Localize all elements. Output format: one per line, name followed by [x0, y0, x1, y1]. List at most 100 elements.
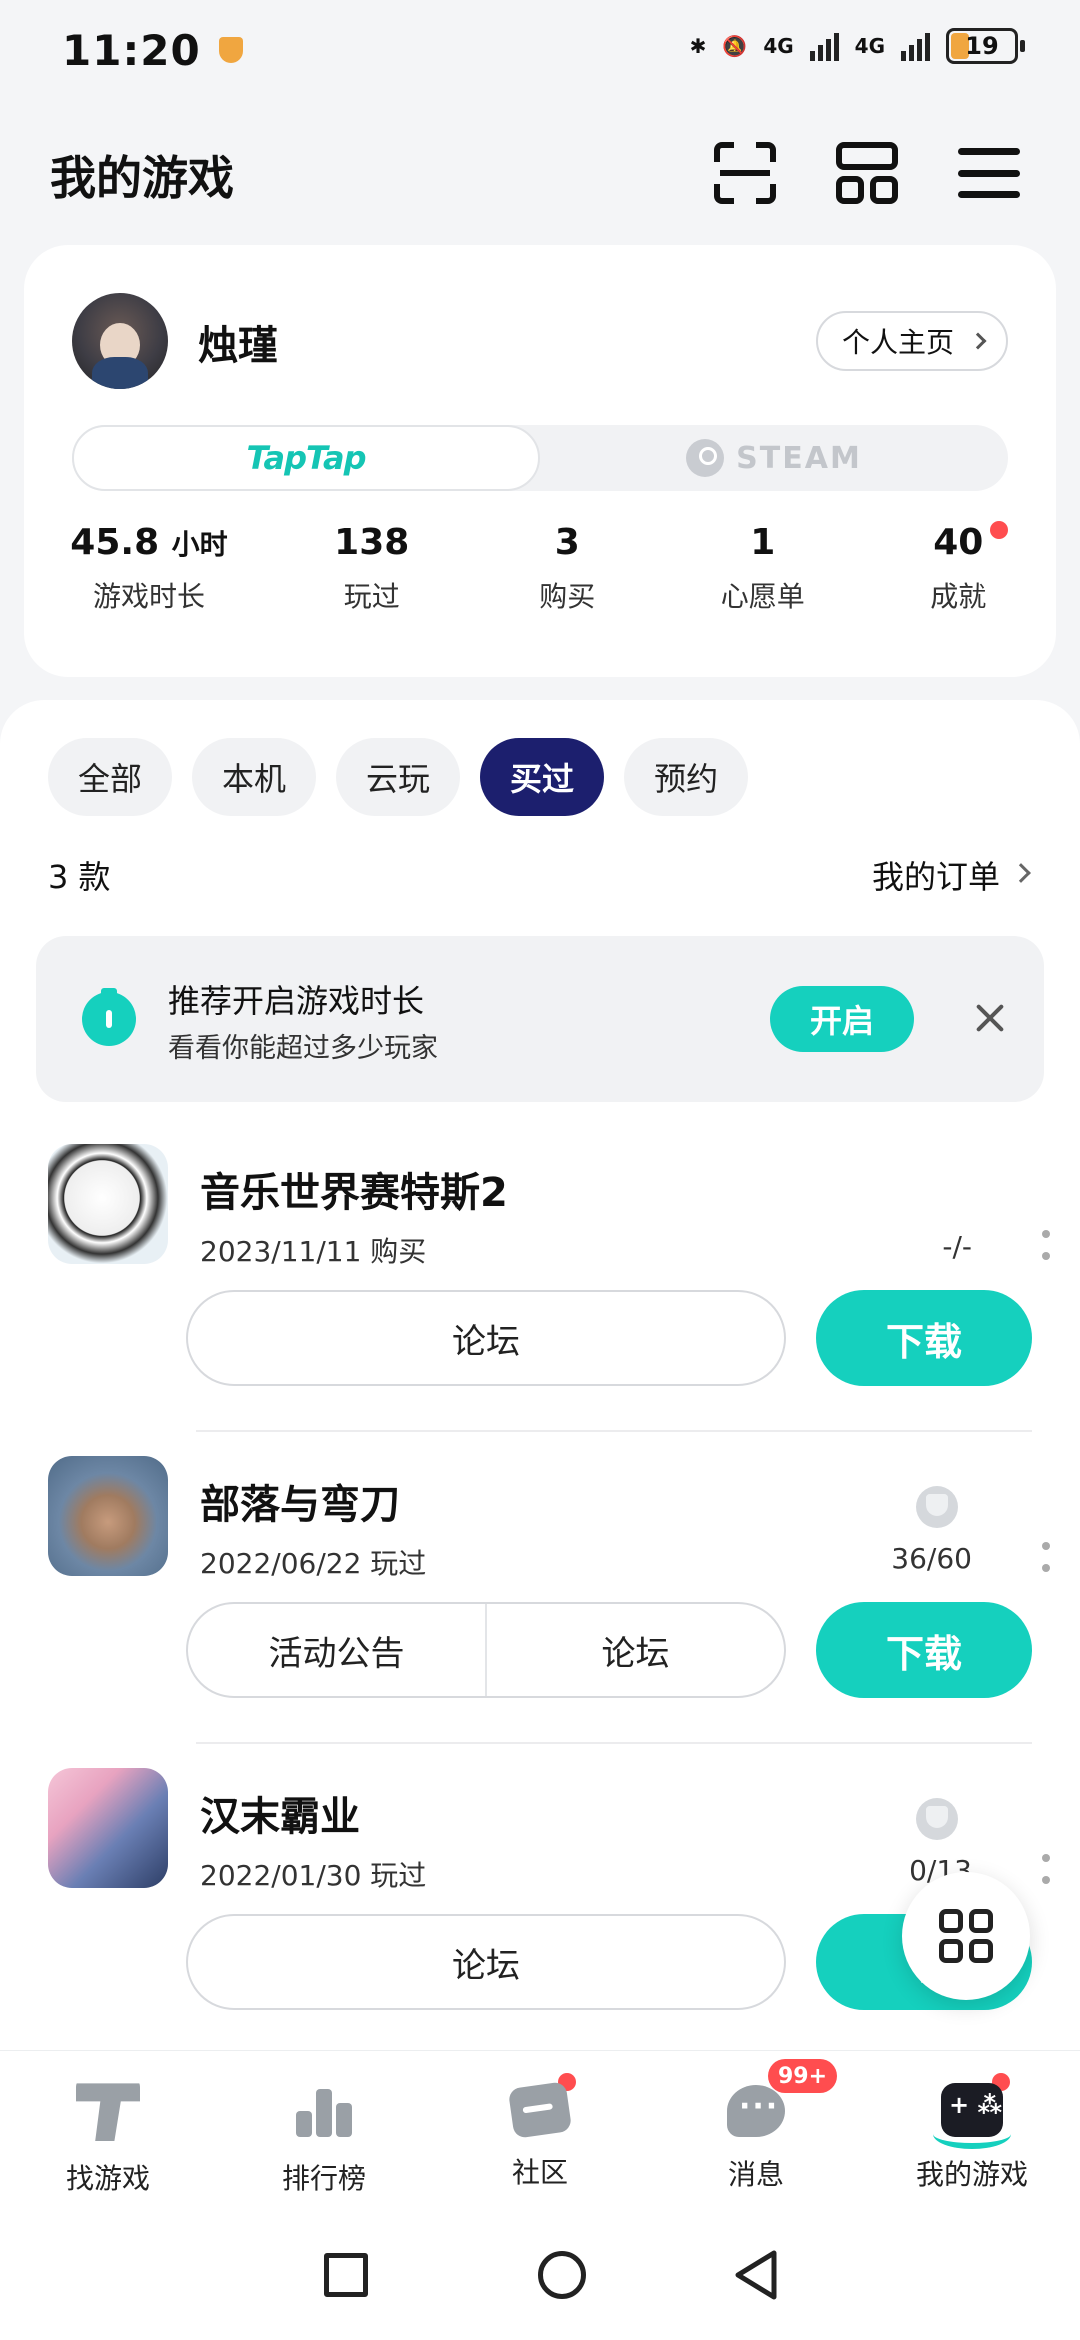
- tab-taptap[interactable]: TapTap: [72, 425, 540, 491]
- nav-rankings[interactable]: 排行榜: [216, 2051, 432, 2210]
- page-header: 我的游戏: [50, 130, 1030, 220]
- trophy-icon: [916, 1798, 958, 1840]
- tab-steam-label: STEAM: [736, 440, 862, 476]
- stat-label: 购买: [539, 579, 596, 613]
- game-list-panel: 全部 本机 云玩 买过 预约 3 款 我的订单 推荐开启游戏时长 看看你能超过多…: [0, 700, 1080, 2050]
- bottom-nav: 找游戏 排行榜 社区 99+ 消息 我的游戏: [0, 2050, 1080, 2210]
- nav-label: 我的游戏: [915, 2158, 1028, 2191]
- banner-title: 推荐开启游戏时长: [168, 982, 425, 1020]
- banner-subtitle: 看看你能超过多少玩家: [168, 1033, 438, 1064]
- my-orders-label: 我的订单: [871, 858, 1000, 896]
- filter-chip-cloud[interactable]: 云玩: [336, 738, 461, 816]
- game-actions: 活动公告 论坛: [186, 1602, 786, 1698]
- forum-button[interactable]: 论坛: [188, 1292, 784, 1384]
- notification-dot: [990, 521, 1008, 539]
- stat-playtime[interactable]: 45.8 小时 游戏时长: [24, 523, 274, 615]
- close-icon[interactable]: [972, 1000, 1008, 1036]
- stat-label: 成就: [930, 579, 987, 613]
- status-time: 11:20: [62, 25, 201, 75]
- trophy-icon: [916, 1486, 958, 1528]
- mute-bell-icon: 🔕: [722, 34, 748, 58]
- layout-icon[interactable]: [836, 142, 898, 204]
- recent-apps-icon[interactable]: [324, 2253, 368, 2297]
- stat-played[interactable]: 138 玩过: [274, 523, 470, 615]
- game-icon[interactable]: [48, 1144, 168, 1264]
- game-item: 部落与弯刀 2022/06/22 玩过 36/60 活动公告 论坛 下载: [0, 1432, 1080, 1744]
- game-count: 3 款: [48, 858, 111, 896]
- messages-icon: [727, 2085, 785, 2137]
- community-icon: [507, 2081, 573, 2139]
- rankings-icon: [292, 2077, 356, 2141]
- game-item: 音乐世界赛特斯2 2023/11/11 购买 -/- 论坛 下载: [0, 1120, 1080, 1432]
- filter-chip-purchased[interactable]: 买过: [480, 738, 605, 816]
- stat-achievements[interactable]: 40 成就: [861, 521, 1057, 615]
- battery-icon: 19: [946, 28, 1025, 64]
- filter-chip-local[interactable]: 本机: [192, 738, 317, 816]
- my-orders-link[interactable]: 我的订单: [872, 852, 1032, 898]
- network-label-2: 4G: [854, 34, 885, 58]
- home-icon[interactable]: [538, 2251, 586, 2299]
- page-title: 我的游戏: [50, 151, 234, 205]
- signal-icon: [809, 31, 839, 61]
- achievement-progress: 36/60: [891, 1542, 972, 1575]
- nav-community[interactable]: 社区: [432, 2051, 648, 2210]
- stat-value: 138: [334, 522, 410, 563]
- stat-purchased[interactable]: 3 购买: [470, 523, 666, 615]
- download-button[interactable]: 下载: [816, 1290, 1032, 1386]
- scan-icon[interactable]: [714, 142, 776, 204]
- forum-button[interactable]: 论坛: [485, 1604, 784, 1696]
- more-vertical-icon[interactable]: [1042, 1854, 1050, 1884]
- status-bar: 11:20 ✱ 🔕 4G 4G 19: [0, 0, 1080, 100]
- stat-label: 玩过: [343, 579, 400, 613]
- quick-grid-button[interactable]: [902, 1872, 1030, 2000]
- filter-chip-all[interactable]: 全部: [48, 738, 173, 816]
- game-title[interactable]: 音乐世界赛特斯2: [200, 1160, 508, 1218]
- game-actions: 论坛: [186, 1290, 786, 1386]
- download-button[interactable]: 下载: [816, 1602, 1032, 1698]
- game-title[interactable]: 汉末霸业: [200, 1784, 360, 1842]
- stat-value: 40: [933, 522, 984, 563]
- username: 烛瑾: [198, 323, 278, 369]
- game-actions: 论坛: [186, 1914, 786, 2010]
- nav-label: 排行榜: [281, 2162, 366, 2195]
- game-date: 2022/06/22 玩过: [200, 1547, 427, 1580]
- tab-steam[interactable]: STEAM: [540, 425, 1008, 491]
- header-actions: [714, 142, 1020, 204]
- nav-messages[interactable]: 99+ 消息: [648, 2051, 864, 2210]
- nav-label: 找游戏: [65, 2162, 150, 2195]
- announcement-button[interactable]: 活动公告: [188, 1604, 485, 1696]
- find-games-icon: [76, 2083, 140, 2141]
- nav-label: 消息: [727, 2158, 784, 2191]
- more-vertical-icon[interactable]: [1042, 1230, 1050, 1260]
- status-icons: ✱ 🔕 4G 4G 19: [689, 28, 1025, 64]
- gamepad-icon: [933, 2083, 1011, 2149]
- achievement-progress: -/-: [942, 1230, 972, 1263]
- shield-icon: [218, 37, 243, 63]
- steam-icon: [686, 439, 725, 477]
- stat-value: 1: [750, 522, 776, 563]
- signal-icon-2: [901, 31, 930, 61]
- stat-value: 3: [554, 522, 580, 563]
- game-icon[interactable]: [48, 1456, 168, 1576]
- filter-chips: 全部 本机 云玩 买过 预约: [48, 738, 749, 816]
- network-label-1: 4G: [763, 34, 794, 58]
- homepage-label: 个人主页: [841, 326, 954, 359]
- enable-button[interactable]: 开启: [770, 986, 914, 1052]
- game-icon[interactable]: [48, 1768, 168, 1888]
- stat-value: 45.8: [70, 522, 160, 563]
- game-title[interactable]: 部落与弯刀: [200, 1472, 400, 1530]
- nav-label: 社区: [511, 2156, 568, 2189]
- stat-wishlist[interactable]: 1 心愿单: [665, 523, 861, 615]
- more-vertical-icon[interactable]: [1042, 1542, 1050, 1572]
- bluetooth-icon: ✱: [689, 34, 707, 58]
- system-nav: [0, 2210, 1080, 2340]
- nav-my-games[interactable]: 我的游戏: [864, 2051, 1080, 2210]
- forum-button[interactable]: 论坛: [188, 1916, 784, 2008]
- stopwatch-icon: [82, 988, 136, 1046]
- avatar[interactable]: [72, 293, 168, 389]
- nav-find-games[interactable]: 找游戏: [0, 2051, 216, 2210]
- menu-icon[interactable]: [958, 142, 1020, 204]
- filter-chip-reserved[interactable]: 预约: [624, 738, 749, 816]
- homepage-button[interactable]: 个人主页: [815, 311, 1008, 371]
- chevron-right-icon: [969, 332, 987, 350]
